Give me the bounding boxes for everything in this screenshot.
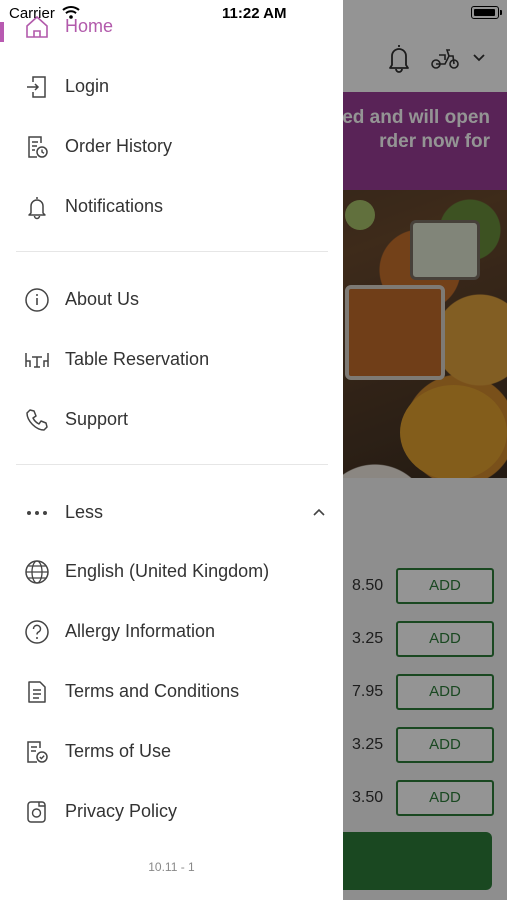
drawer-item-label: Support [65,409,129,429]
table-icon [24,347,50,373]
order-history-icon [24,134,50,160]
drawer-item-login[interactable]: Login [16,62,328,110]
wifi-icon [62,5,80,19]
drawer-item-label: Table Reservation [65,349,210,369]
info-icon [24,287,50,313]
drawer-item-label: Order History [65,136,173,156]
drawer-item-label: Terms and Conditions [65,681,240,701]
drawer-item-order-history[interactable]: Order History [16,122,328,170]
document-check-icon [24,739,50,765]
drawer-item-label: English (United Kingdom) [65,561,270,581]
more-dots-icon [24,500,50,526]
drawer-item-label: Allergy Information [65,621,216,641]
drawer-item-allergy-information[interactable]: Allergy Information [16,607,328,655]
phone-icon [24,407,50,433]
drawer-item-terms-and-conditions[interactable]: Terms and Conditions [16,667,328,715]
chevron-up-icon[interactable] [312,505,326,519]
drawer-item-less-toggle[interactable]: Less [16,488,328,536]
drawer-item-support[interactable]: Support [16,395,328,443]
login-icon [24,74,50,100]
drawer-item-label: About Us [65,289,140,309]
status-bar: Carrier 11:22 AM [0,0,507,28]
document-icon [24,679,50,705]
drawer-item-language[interactable]: English (United Kingdom) [16,547,328,595]
drawer-item-terms-of-use[interactable]: Terms of Use [16,727,328,775]
question-icon [24,619,50,645]
globe-icon [24,559,50,585]
drawer-item-about-us[interactable]: About Us [16,275,328,323]
bell-icon [24,194,50,220]
drawer-item-table-reservation[interactable]: Table Reservation [16,335,328,383]
drawer-item-label: Terms of Use [65,741,172,761]
drawer-item-privacy-policy[interactable]: Privacy Policy [16,787,328,835]
divider [16,464,328,465]
drawer-item-label: Login [65,76,110,96]
carrier-label: Carrier [9,5,55,22]
divider [16,251,328,252]
drawer-item-label: Privacy Policy [65,801,178,821]
drawer-item-notifications[interactable]: Notifications [16,182,328,230]
battery-icon [471,6,502,19]
drawer-item-label: Less [65,502,104,522]
clock: 11:22 AM [222,5,287,22]
privacy-icon [24,799,50,825]
drawer-item-label: Notifications [65,196,164,216]
side-drawer: Home Login Order History Notifications A… [0,0,343,900]
app-version: 10.11 - 1 [148,860,195,874]
